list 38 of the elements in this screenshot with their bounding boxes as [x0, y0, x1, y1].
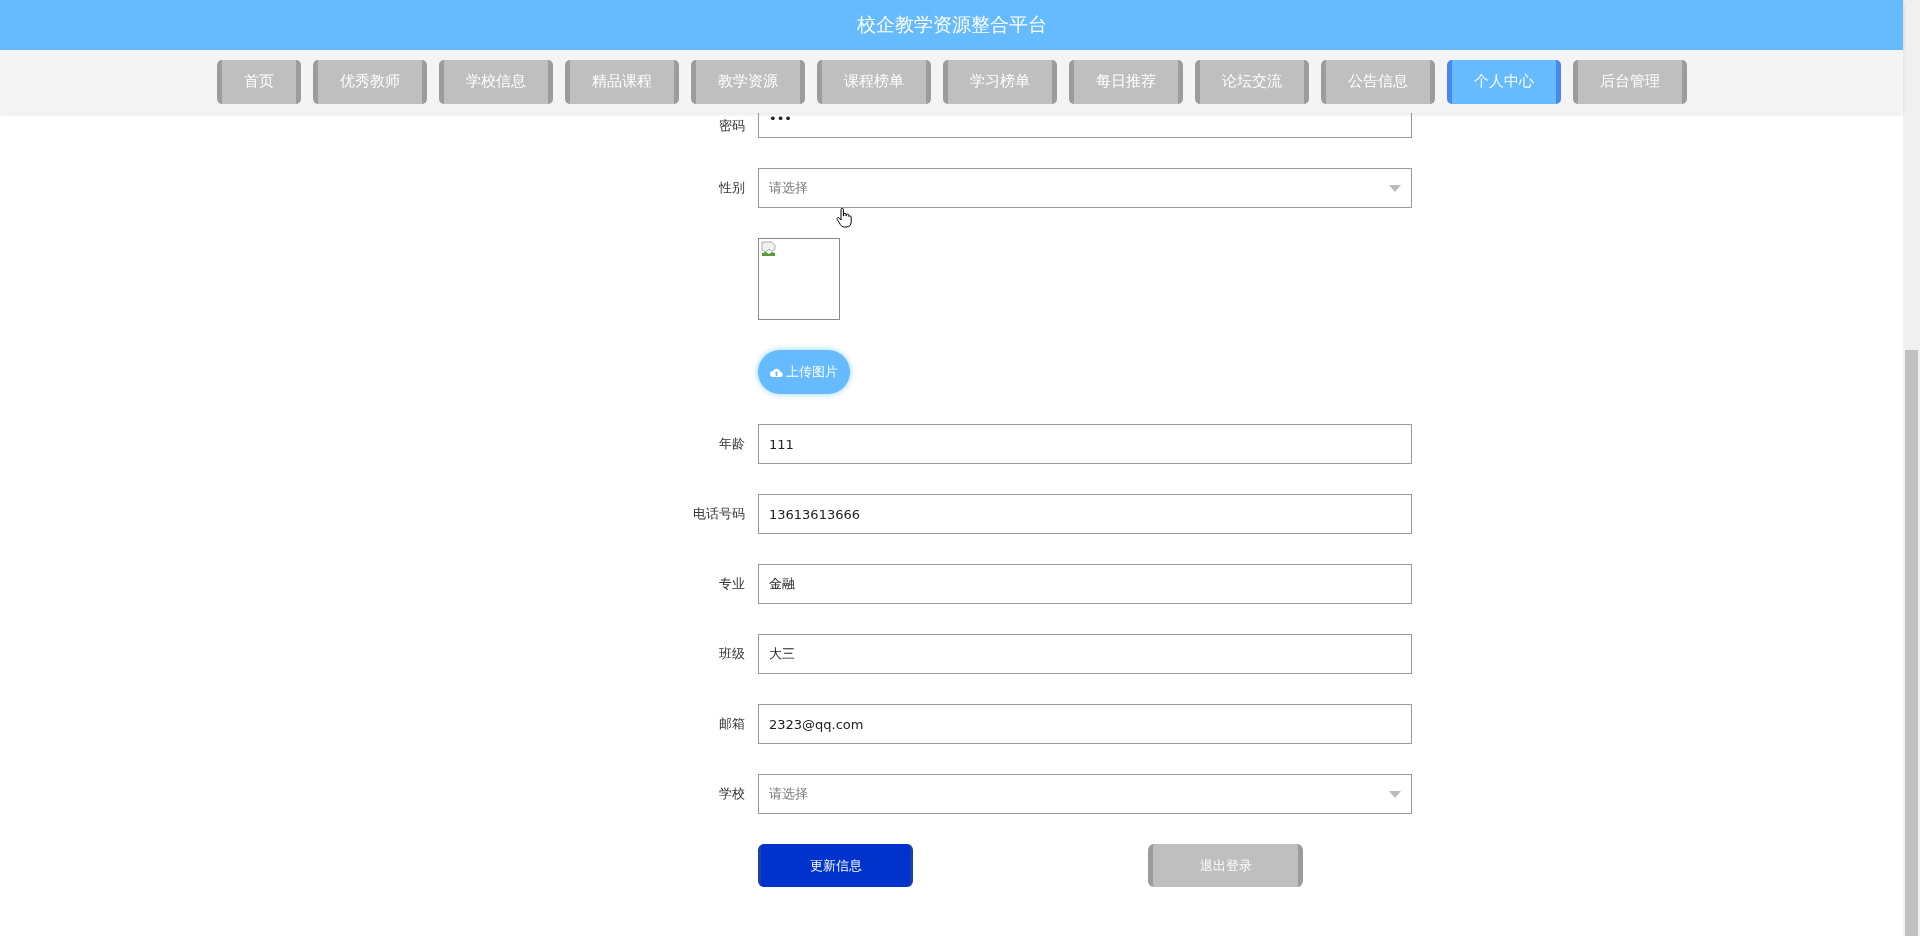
input-field[interactable]: 13613613666 [758, 494, 1412, 534]
input-field[interactable]: 2323@qq.com [758, 704, 1412, 744]
caret-icon [1389, 184, 1401, 192]
input-field[interactable]: 111 [758, 424, 1412, 464]
nav-tab[interactable]: 课程榜单 [816, 59, 931, 104]
field-label: 性别 [718, 179, 746, 197]
nav-tab[interactable]: 精品课程 [564, 59, 679, 104]
nav-tab[interactable]: 公告信息 [1320, 59, 1435, 104]
input-field[interactable]: ••• [758, 113, 1412, 138]
select-field[interactable]: 请选择 [758, 774, 1412, 814]
hand-cursor-icon [836, 208, 852, 228]
field-label: 年龄 [718, 435, 746, 453]
nav-tab[interactable]: 首页 [216, 59, 301, 104]
field-label: 专业 [718, 575, 746, 593]
field-label: 密码 [718, 117, 746, 135]
select-field[interactable]: 请选择 [758, 168, 1412, 208]
nav-tab[interactable]: 个人中心 [1446, 59, 1561, 104]
site-title: 校企教学资源整合平台 [856, 12, 1047, 37]
field-label: 邮箱 [718, 715, 746, 733]
caret-icon [1389, 790, 1401, 798]
input-field[interactable]: 大三 [758, 634, 1412, 674]
input-field[interactable]: 金融 [758, 564, 1412, 604]
scrollbar[interactable] [1903, 0, 1920, 936]
nav-tab[interactable]: 学习榜单 [942, 59, 1057, 104]
field-label: 班级 [718, 645, 746, 663]
nav-tab[interactable]: 每日推荐 [1068, 59, 1183, 104]
logout-button[interactable]: 退出登录 [1148, 844, 1303, 887]
update-button[interactable]: 更新信息 [758, 844, 913, 887]
nav-tab[interactable]: 教学资源 [690, 59, 805, 104]
field-label: 电话号码 [692, 505, 746, 523]
nav-tab[interactable]: 学校信息 [438, 59, 553, 104]
broken-image-icon [761, 241, 777, 257]
field-label: 学校 [718, 785, 746, 803]
cloud-upload-icon [770, 366, 783, 378]
nav-tab[interactable]: 论坛交流 [1194, 59, 1309, 104]
upload-button[interactable]: 上传图片 [758, 350, 850, 394]
nav-tab[interactable]: 优秀教师 [312, 59, 427, 104]
nav-tab[interactable]: 后台管理 [1572, 59, 1687, 104]
